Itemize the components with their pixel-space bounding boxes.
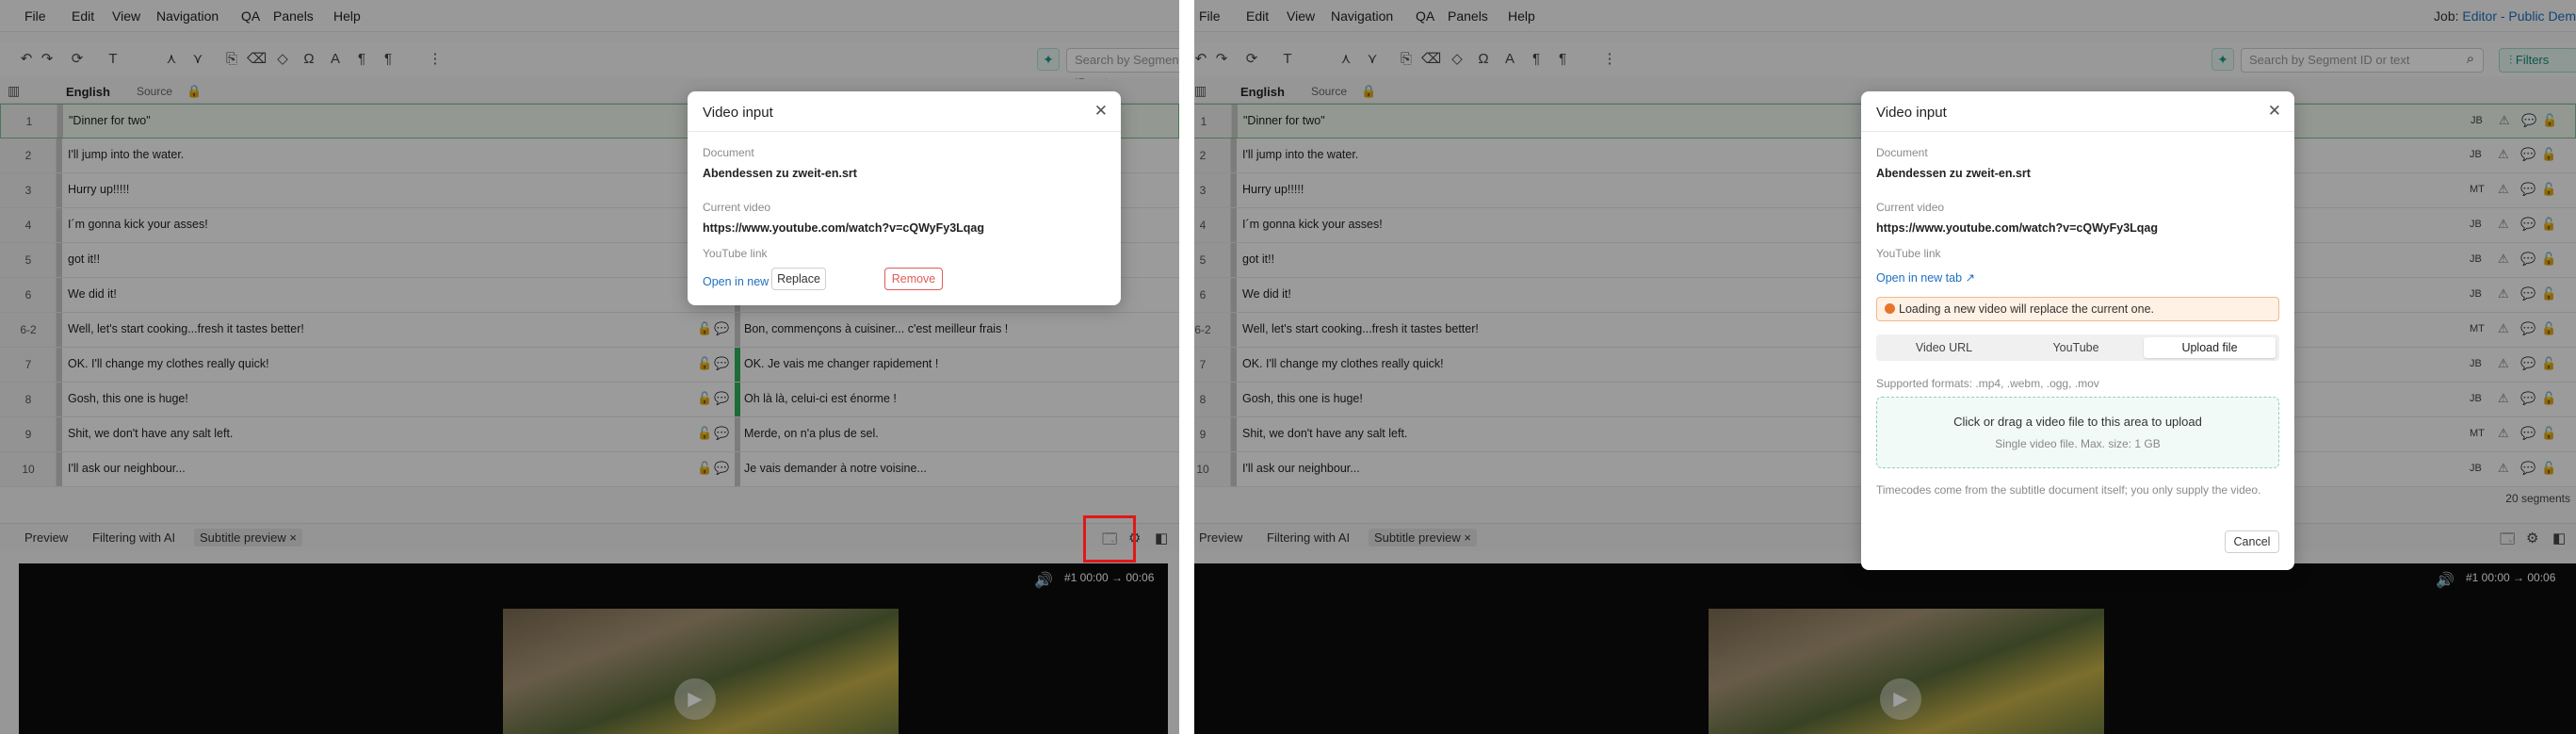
replace-warning: Loading a new video will replace the cur… (1876, 297, 2279, 321)
upload-dropzone[interactable]: Click or drag a video file to this area … (1876, 397, 2279, 468)
left-screenshot-pane: File Edit View Navigation QA Panels Help… (0, 0, 1179, 734)
tab-video-url[interactable]: Video URL (1880, 337, 2008, 358)
dropzone-subtitle: Single video file. Max. size: 1 GB (1995, 437, 2161, 450)
cancel-button[interactable]: Cancel (2225, 530, 2279, 553)
source-type-label: YouTube link (1876, 247, 1941, 260)
source-type-switch: Video URL YouTube Upload file (1876, 334, 2279, 361)
close-icon[interactable]: ✕ (2268, 102, 2281, 121)
open-new-tab-label: Open in new tab (1876, 271, 1963, 285)
current-video-value: https://www.youtube.com/watch?v=cQWyFy3L… (703, 221, 984, 235)
open-new-tab-link[interactable]: Open in new tab ↗ (1876, 270, 1975, 285)
current-video-label: Current video (703, 201, 771, 214)
close-icon[interactable]: ✕ (1094, 102, 1108, 121)
right-screenshot-pane: File Edit View Navigation QA Panels Help… (1194, 0, 2576, 734)
source-type-label: YouTube link (703, 247, 768, 260)
supported-formats: Supported formats: .mp4, .webm, .ogg, .m… (1876, 377, 2099, 390)
document-label: Document (703, 146, 754, 159)
warning-icon (1885, 303, 1895, 314)
replace-button[interactable]: Replace (771, 268, 826, 290)
dialog-divider (688, 131, 1121, 132)
remove-button[interactable]: Remove (884, 268, 943, 290)
pane-divider (1179, 0, 1194, 734)
tab-upload-file[interactable]: Upload file (2144, 337, 2276, 358)
tab-youtube[interactable]: YouTube (2012, 337, 2140, 358)
dialog-title: Video input (1876, 105, 1947, 121)
video-input-dialog: Video input ✕ Document Abendessen zu zwe… (1861, 91, 2294, 570)
document-value: Abendessen zu zweit-en.srt (703, 167, 857, 180)
external-link-icon: ↗ (1965, 271, 1976, 285)
video-input-dialog: Video input ✕ Document Abendessen zu zwe… (688, 91, 1121, 305)
dialog-title: Video input (703, 105, 773, 121)
highlight-box (1083, 515, 1136, 563)
document-label: Document (1876, 146, 1928, 159)
current-video-value: https://www.youtube.com/watch?v=cQWyFy3L… (1876, 221, 2158, 235)
dialog-divider (1861, 131, 2294, 132)
document-value: Abendessen zu zweit-en.srt (1876, 167, 2031, 180)
current-video-label: Current video (1876, 201, 1945, 214)
warning-text: Loading a new video will replace the cur… (1899, 302, 2155, 316)
dropzone-title: Click or drag a video file to this area … (1953, 415, 2202, 429)
timecode-note: Timecodes come from the subtitle documen… (1876, 483, 2261, 497)
